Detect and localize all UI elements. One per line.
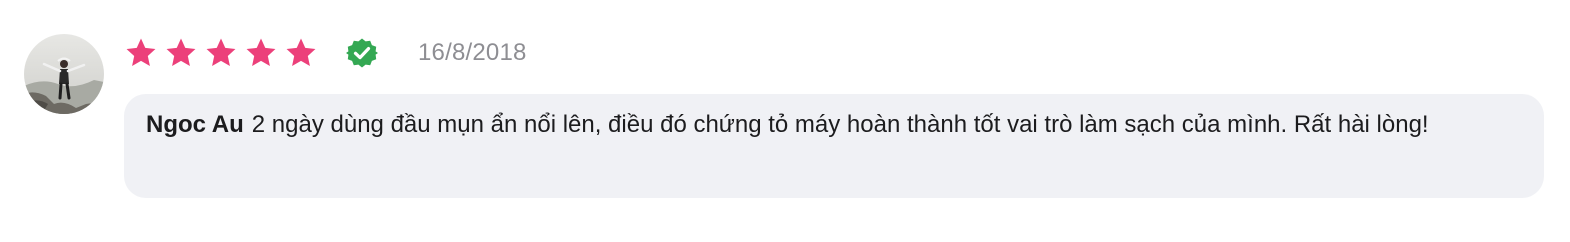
- review-author[interactable]: Ngoc Au: [146, 111, 244, 138]
- review-item: 16/8/2018 Ngoc Au 2 ngày dùng đầu mụn ẩn …: [0, 0, 1570, 242]
- review-meta: 16/8/2018: [124, 34, 527, 72]
- avatar[interactable]: [24, 34, 104, 114]
- star-icon: [206, 38, 236, 67]
- verified-check-icon: [346, 38, 378, 68]
- review-date: 16/8/2018: [418, 39, 527, 66]
- star-icon: [166, 38, 196, 67]
- star-rating: [124, 36, 318, 70]
- star-icon: [126, 38, 156, 67]
- star-icon: [286, 38, 316, 67]
- review-text: 2 ngày dùng đầu mụn ẩn nổi lên, điều đó …: [251, 111, 1429, 138]
- user-avatar-photo-icon: [24, 34, 104, 114]
- star-icon: [246, 38, 276, 67]
- review-comment-bubble: Ngoc Au 2 ngày dùng đầu mụn ẩn nổi lên, đ…: [124, 94, 1544, 198]
